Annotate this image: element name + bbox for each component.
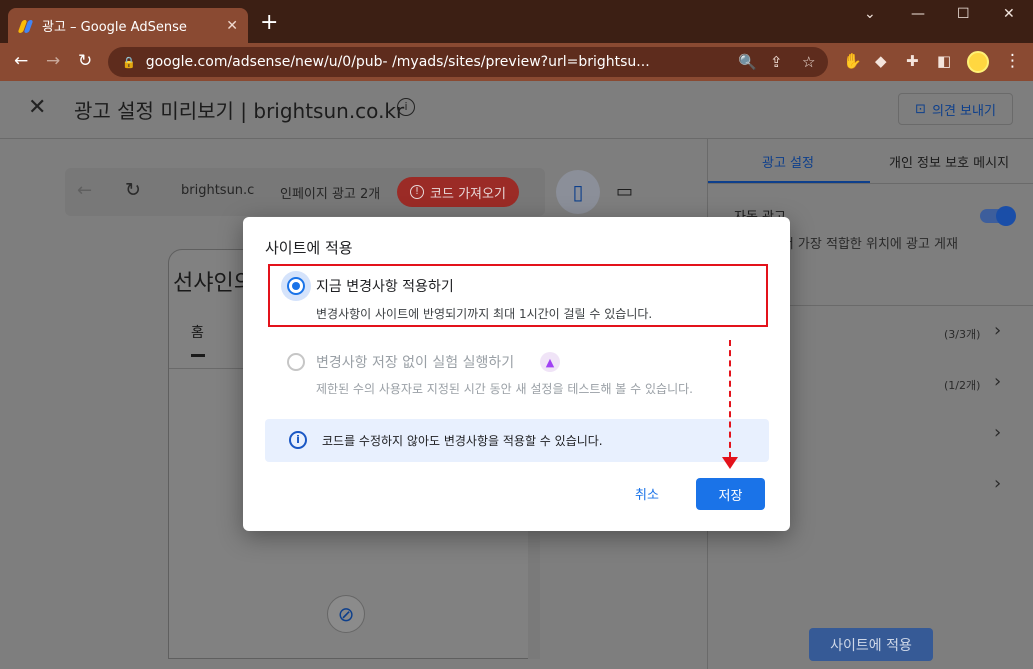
minimize-icon[interactable]: —	[911, 6, 925, 22]
preview-reload-icon[interactable]: ↻	[125, 179, 141, 201]
tab-privacy-messages[interactable]: 개인 정보 보호 메시지	[889, 152, 1009, 171]
site-heading: 선샤인의	[173, 271, 254, 296]
get-code-label: 코드 가져오기	[430, 186, 506, 202]
close-preview-icon[interactable]: ✕	[28, 95, 46, 120]
url-text: google.com/adsense/new/u/0/pub- /myads/s…	[145, 54, 650, 70]
chevron-right-icon: ›	[994, 473, 1002, 494]
divider	[708, 183, 1033, 184]
new-tab-button[interactable]: +	[260, 12, 278, 34]
info-icon[interactable]: i	[397, 98, 415, 116]
mobile-device-icon[interactable]: ▯	[556, 170, 600, 214]
preview-site-name: brightsun.c	[181, 183, 255, 198]
forward-arrow-icon[interactable]: →	[46, 51, 60, 71]
chevron-down-icon[interactable]: ⌄	[864, 6, 876, 22]
run-experiment-radio[interactable]	[287, 353, 305, 371]
extension-gem-icon[interactable]: ◆	[875, 52, 887, 70]
chevron-right-icon: ›	[994, 371, 1002, 392]
tab-close-icon[interactable]: ✕	[226, 18, 238, 34]
feedback-label: 의견 보내기	[931, 103, 996, 119]
inpage-ads-count: 인페이지 광고 2개	[280, 187, 381, 202]
send-feedback-button[interactable]: ⊡ 의견 보내기	[898, 93, 1013, 125]
annotation-highlight-box	[268, 264, 768, 327]
save-button[interactable]: 저장	[696, 478, 765, 510]
tab-title: 광고 – Google AdSense	[42, 20, 187, 35]
info-icon: i	[289, 431, 307, 449]
site-nav-home[interactable]: 홈	[191, 322, 204, 342]
info-banner-text: 코드를 수정하지 않아도 변경사항을 적용할 수 있습니다.	[322, 434, 603, 448]
preview-toolbar: ← ↻ brightsun.c 인페이지 광고 2개 ! 코드 가져오기	[65, 168, 545, 216]
app-header: ✕ 광고 설정 미리보기 | brightsun.co.kr i ⊡ 의견 보내…	[0, 81, 1033, 139]
page-title: 광고 설정 미리보기 | brightsun.co.kr	[74, 99, 405, 123]
share-icon[interactable]: ⇪	[770, 53, 783, 71]
desktop-device-icon[interactable]: ▭	[616, 181, 633, 202]
browser-tab[interactable]: 광고 – Google AdSense ✕	[8, 8, 248, 43]
extensions-puzzle-icon[interactable]: ✚	[906, 52, 919, 70]
window-close-icon[interactable]: ✕	[1003, 6, 1015, 22]
nav-underline	[191, 354, 205, 357]
maximize-icon[interactable]: ☐	[957, 6, 970, 22]
cancel-button[interactable]: 취소	[635, 484, 659, 503]
dialog-title: 사이트에 적용	[265, 239, 353, 257]
back-arrow-icon[interactable]: ←	[14, 51, 28, 71]
browser-toolbar: ← → ↻ 🔒 google.com/adsense/new/u/0/pub- …	[0, 43, 1033, 81]
bookmark-star-icon[interactable]: ☆	[802, 53, 815, 71]
tab-ad-settings[interactable]: 광고 설정	[762, 152, 814, 171]
extension-hand-icon[interactable]: ✋	[843, 52, 862, 70]
side-panel-icon[interactable]: ◧	[937, 52, 951, 70]
annotation-arrow-head	[722, 457, 738, 469]
profile-avatar[interactable]	[967, 51, 989, 73]
block-icon[interactable]: ⊘	[327, 595, 365, 633]
apply-to-site-button[interactable]: 사이트에 적용	[809, 628, 933, 661]
row-count: (1/2개)	[944, 379, 981, 392]
adsense-logo-icon	[17, 18, 34, 34]
alert-icon: !	[410, 185, 425, 199]
chevron-right-icon: ›	[994, 422, 1002, 443]
feedback-icon: ⊡	[915, 101, 926, 117]
zoom-icon[interactable]: 🔍	[738, 53, 757, 71]
browser-menu-icon[interactable]: ⋮	[1004, 51, 1021, 71]
preview-back-icon[interactable]: ←	[77, 180, 92, 201]
reload-icon[interactable]: ↻	[78, 51, 92, 71]
chevron-right-icon: ›	[994, 320, 1002, 341]
get-code-button[interactable]: ! 코드 가져오기	[397, 177, 519, 207]
auto-ads-toggle[interactable]	[980, 206, 1016, 226]
row-count: (3/3개)	[944, 328, 981, 341]
browser-titlebar: 광고 – Google AdSense ✕ + ⌄ — ☐ ✕	[0, 0, 1033, 43]
apply-to-site-dialog: 사이트에 적용 지금 변경사항 적용하기 변경사항이 사이트에 반영되기까지 최…	[243, 217, 790, 531]
run-experiment-description: 제한된 수의 사용자로 지정된 시간 동안 새 설정을 테스트해 볼 수 있습니…	[316, 382, 693, 396]
address-bar[interactable]: 🔒 google.com/adsense/new/u/0/pub- /myads…	[108, 47, 828, 77]
run-experiment-label[interactable]: 변경사항 저장 없이 실험 실행하기	[316, 352, 514, 372]
flask-icon: ▲	[540, 352, 560, 372]
annotation-arrow-line	[729, 340, 731, 458]
info-banner: i 코드를 수정하지 않아도 변경사항을 적용할 수 있습니다.	[265, 419, 769, 462]
lock-icon: 🔒	[122, 55, 136, 69]
